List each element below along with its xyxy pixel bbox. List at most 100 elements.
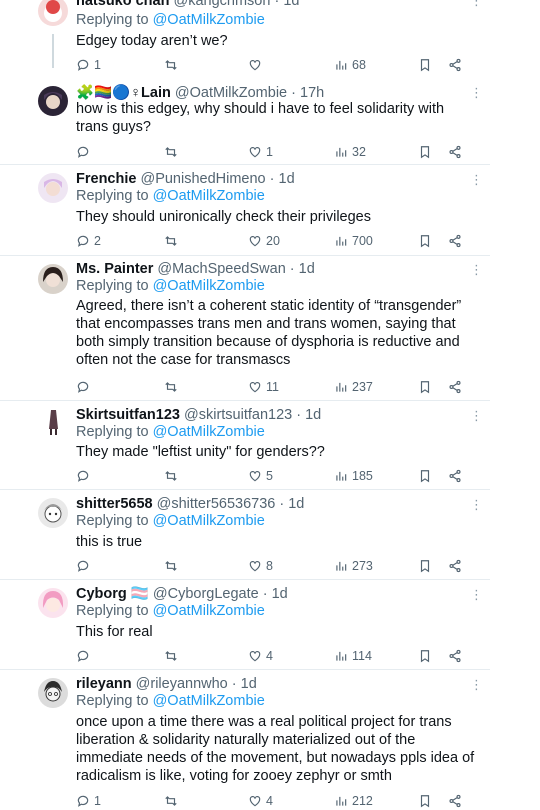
avatar[interactable] <box>38 407 68 437</box>
share-button[interactable] <box>448 557 462 575</box>
tweet[interactable]: rileyann @rileyannwho · 1d ⋮ Replying to… <box>0 670 490 810</box>
mention-link[interactable]: @OatMilkZombie <box>153 12 265 28</box>
display-name[interactable]: Skirtsuitfan123 <box>76 407 180 423</box>
handle[interactable]: @kangcrimson <box>174 0 271 9</box>
retweet-button[interactable] <box>164 232 182 250</box>
reply-button[interactable]: 2 <box>76 232 101 250</box>
share-button[interactable] <box>448 378 462 396</box>
retweet-button[interactable] <box>164 792 182 810</box>
share-button[interactable] <box>448 56 462 74</box>
retweet-button[interactable] <box>164 56 182 74</box>
avatar[interactable] <box>38 0 68 26</box>
timestamp[interactable]: 1d <box>241 676 257 692</box>
mention-link[interactable]: @OatMilkZombie <box>153 188 265 204</box>
share-button[interactable] <box>448 467 462 485</box>
like-button[interactable]: 4 <box>248 792 273 810</box>
retweet-button[interactable] <box>164 467 182 485</box>
reply-button[interactable] <box>76 557 94 575</box>
like-button[interactable] <box>248 56 266 74</box>
retweet-button[interactable] <box>164 143 182 161</box>
avatar[interactable] <box>38 264 68 294</box>
bookmark-button[interactable] <box>418 792 432 810</box>
display-name[interactable]: natsuko chan <box>76 0 169 9</box>
tweet[interactable]: Skirtsuitfan123 @skirtsuitfan123 · 1d ⋮ … <box>0 401 490 490</box>
timestamp[interactable]: 1d <box>305 407 321 423</box>
avatar[interactable] <box>38 86 68 116</box>
display-name[interactable]: 🧩🏳️‍🌈🔵♀Lain <box>76 85 171 101</box>
reply-button[interactable]: 1 <box>76 792 101 810</box>
timestamp[interactable]: 1d <box>283 0 299 9</box>
share-button[interactable] <box>448 143 462 161</box>
avatar[interactable] <box>38 173 68 203</box>
bookmark-button[interactable] <box>418 557 432 575</box>
share-button[interactable] <box>448 647 462 665</box>
display-name[interactable]: Ms. Painter <box>76 261 153 277</box>
bookmark-button[interactable] <box>418 232 432 250</box>
like-button[interactable]: 20 <box>248 232 280 250</box>
avatar[interactable] <box>38 588 68 618</box>
views-button[interactable]: 32 <box>334 143 366 161</box>
share-button[interactable] <box>448 232 462 250</box>
display-name[interactable]: rileyann <box>76 676 132 692</box>
display-name[interactable]: Cyborg 🏳️‍⚧️ <box>76 586 149 602</box>
reply-button[interactable]: 1 <box>76 56 101 74</box>
handle[interactable]: @CyborgLegate <box>153 586 259 602</box>
retweet-button[interactable] <box>164 647 182 665</box>
avatar[interactable] <box>38 498 68 528</box>
like-button[interactable]: 5 <box>248 467 273 485</box>
timestamp[interactable]: 1d <box>279 171 295 187</box>
bookmark-button[interactable] <box>418 143 432 161</box>
timestamp[interactable]: 1d <box>288 496 304 512</box>
reply-button[interactable] <box>76 378 94 396</box>
mention-link[interactable]: @OatMilkZombie <box>153 513 265 529</box>
more-icon[interactable]: ⋮ <box>470 173 483 186</box>
more-icon[interactable]: ⋮ <box>470 588 483 601</box>
tweet[interactable]: Frenchie @PunishedHimeno · 1d ⋮ Replying… <box>0 165 490 256</box>
more-icon[interactable]: ⋮ <box>470 86 483 99</box>
tweet[interactable]: natsuko chan @kangcrimson · 1d ⋮ Replyin… <box>0 0 490 82</box>
tweet[interactable]: 🧩🏳️‍🌈🔵♀Lain @OatMilkZombie · 17h ⋮ how i… <box>0 82 490 165</box>
retweet-button[interactable] <box>164 557 182 575</box>
handle[interactable]: @shitter56536736 <box>157 496 276 512</box>
bookmark-button[interactable] <box>418 378 432 396</box>
tweet[interactable]: shitter5658 @shitter56536736 · 1d ⋮ Repl… <box>0 490 490 580</box>
timestamp[interactable]: 1d <box>272 586 288 602</box>
more-icon[interactable]: ⋮ <box>470 0 483 7</box>
views-button[interactable]: 700 <box>334 232 373 250</box>
mention-link[interactable]: @OatMilkZombie <box>153 424 265 440</box>
bookmark-button[interactable] <box>418 56 432 74</box>
views-button[interactable]: 114 <box>334 647 372 665</box>
mention-link[interactable]: @OatMilkZombie <box>153 603 265 619</box>
bookmark-button[interactable] <box>418 647 432 665</box>
like-button[interactable]: 11 <box>248 378 279 396</box>
tweet[interactable]: Cyborg 🏳️‍⚧️ @CyborgLegate · 1d ⋮ Replyi… <box>0 580 490 670</box>
views-button[interactable]: 237 <box>334 378 373 396</box>
timestamp[interactable]: 17h <box>300 85 324 101</box>
display-name[interactable]: shitter5658 <box>76 496 153 512</box>
reply-button[interactable] <box>76 647 94 665</box>
bookmark-button[interactable] <box>418 467 432 485</box>
more-icon[interactable]: ⋮ <box>470 678 483 691</box>
more-icon[interactable]: ⋮ <box>470 409 483 422</box>
more-icon[interactable]: ⋮ <box>470 263 483 276</box>
share-button[interactable] <box>448 792 462 810</box>
reply-button[interactable] <box>76 143 94 161</box>
mention-link[interactable]: @OatMilkZombie <box>153 693 265 709</box>
display-name[interactable]: Frenchie <box>76 171 136 187</box>
mention-link[interactable]: @OatMilkZombie <box>153 278 265 294</box>
views-button[interactable]: 212 <box>334 792 373 810</box>
timestamp[interactable]: 1d <box>299 261 315 277</box>
handle[interactable]: @rileyannwho <box>136 676 228 692</box>
tweet[interactable]: Ms. Painter @MachSpeedSwan · 1d ⋮ Replyi… <box>0 256 490 401</box>
handle[interactable]: @OatMilkZombie <box>175 85 287 101</box>
views-button[interactable]: 185 <box>334 467 373 485</box>
handle[interactable]: @skirtsuitfan123 <box>184 407 292 423</box>
like-button[interactable]: 1 <box>248 143 273 161</box>
views-button[interactable]: 273 <box>334 557 373 575</box>
reply-button[interactable] <box>76 467 94 485</box>
retweet-button[interactable] <box>164 378 182 396</box>
handle[interactable]: @PunishedHimeno <box>140 171 265 187</box>
avatar[interactable] <box>38 678 68 708</box>
like-button[interactable]: 4 <box>248 647 273 665</box>
more-icon[interactable]: ⋮ <box>470 498 483 511</box>
